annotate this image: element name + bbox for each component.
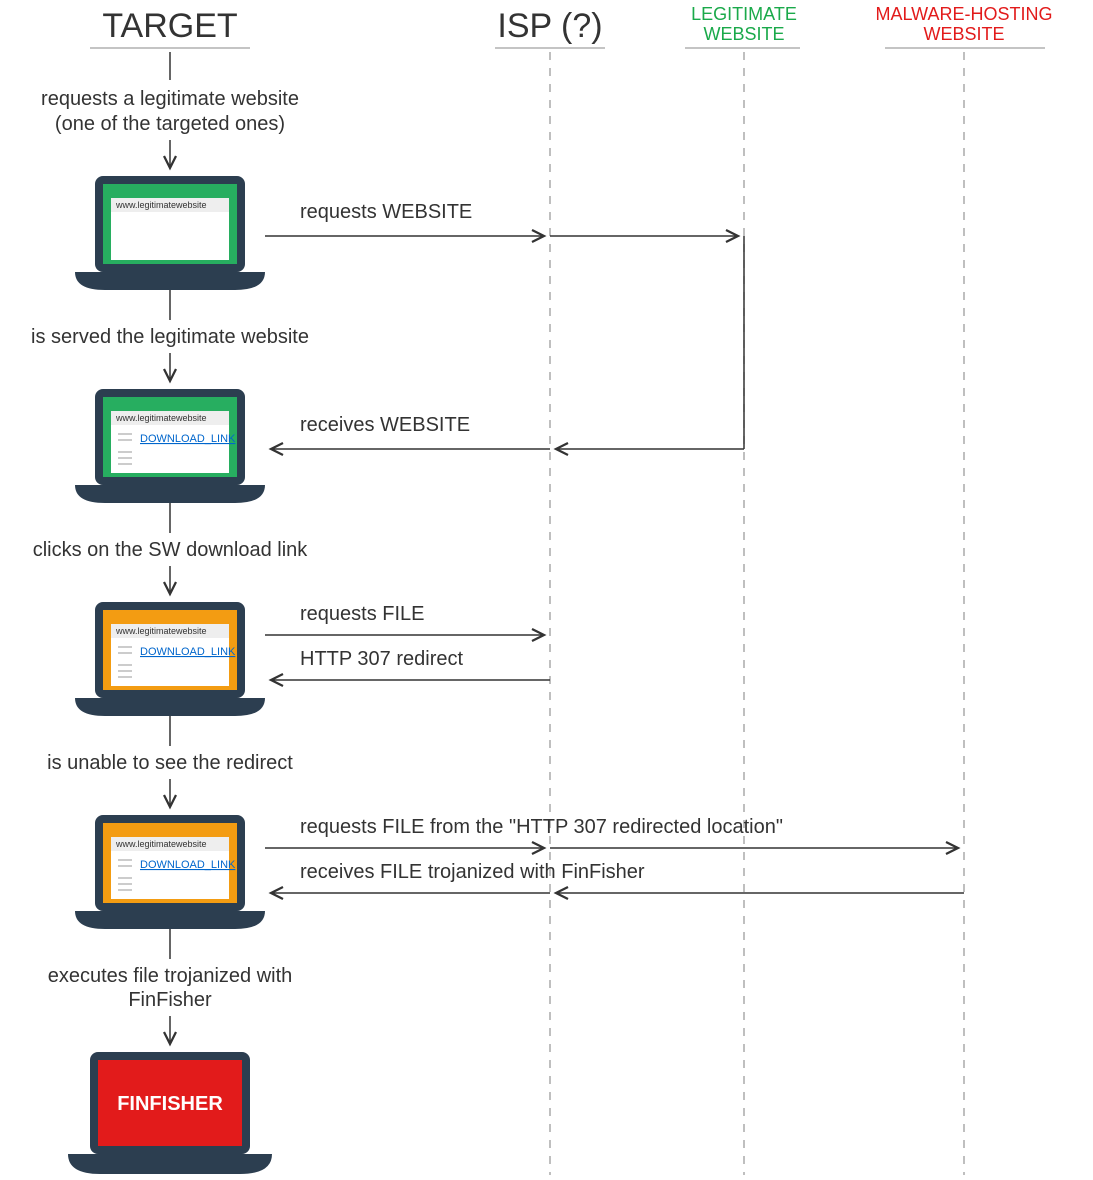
- step2: is served the legitimate website: [31, 326, 309, 348]
- laptop-4-link: DOWNLOAD_LINK: [140, 859, 236, 871]
- laptop-4-url: www.legitimatewebsite: [115, 839, 207, 849]
- laptop-1-url: www.legitimatewebsite: [115, 200, 207, 210]
- col-mal-2: WEBSITE: [923, 24, 1004, 44]
- col-legit-1: LEGITIMATE: [691, 4, 797, 24]
- col-mal-1: MALWARE-HOSTING: [875, 4, 1052, 24]
- laptop-finfisher: FINFISHER: [68, 1052, 272, 1174]
- laptop-3-link: DOWNLOAD_LINK: [140, 646, 236, 658]
- finfisher-label: FINFISHER: [117, 1093, 223, 1115]
- step5-line1: executes file trojanized with: [48, 965, 293, 987]
- step3: clicks on the SW download link: [33, 539, 309, 561]
- laptop-2-link: DOWNLOAD_LINK: [140, 433, 236, 445]
- arrow-req-file: requests FILE: [300, 603, 425, 625]
- arrow-307: HTTP 307 redirect: [300, 648, 463, 670]
- arrow-req-website: requests WEBSITE: [300, 201, 472, 223]
- laptop-3-url: www.legitimatewebsite: [115, 626, 207, 636]
- laptop-2-url: www.legitimatewebsite: [115, 413, 207, 423]
- laptop-1: www.legitimatewebsite: [75, 176, 265, 290]
- step4: is unable to see the redirect: [47, 752, 293, 774]
- step5-line2: FinFisher: [128, 989, 212, 1011]
- arrow-recv-trojan: receives FILE trojanized with FinFisher: [300, 861, 645, 883]
- arrow-recv-website: receives WEBSITE: [300, 414, 470, 436]
- laptop-4: www.legitimatewebsite DOWNLOAD_LINK: [75, 815, 265, 929]
- col-target: TARGET: [102, 7, 237, 45]
- col-legit-2: WEBSITE: [703, 24, 784, 44]
- col-isp: ISP (?): [497, 7, 602, 45]
- arrow-req-file-redir: requests FILE from the "HTTP 307 redirec…: [300, 816, 783, 838]
- step1-line1: requests a legitimate website: [41, 88, 299, 110]
- laptop-3: www.legitimatewebsite DOWNLOAD_LINK: [75, 602, 265, 716]
- step1-line2: (one of the targeted ones): [55, 113, 285, 135]
- laptop-2: www.legitimatewebsite DOWNLOAD_LINK: [75, 389, 265, 503]
